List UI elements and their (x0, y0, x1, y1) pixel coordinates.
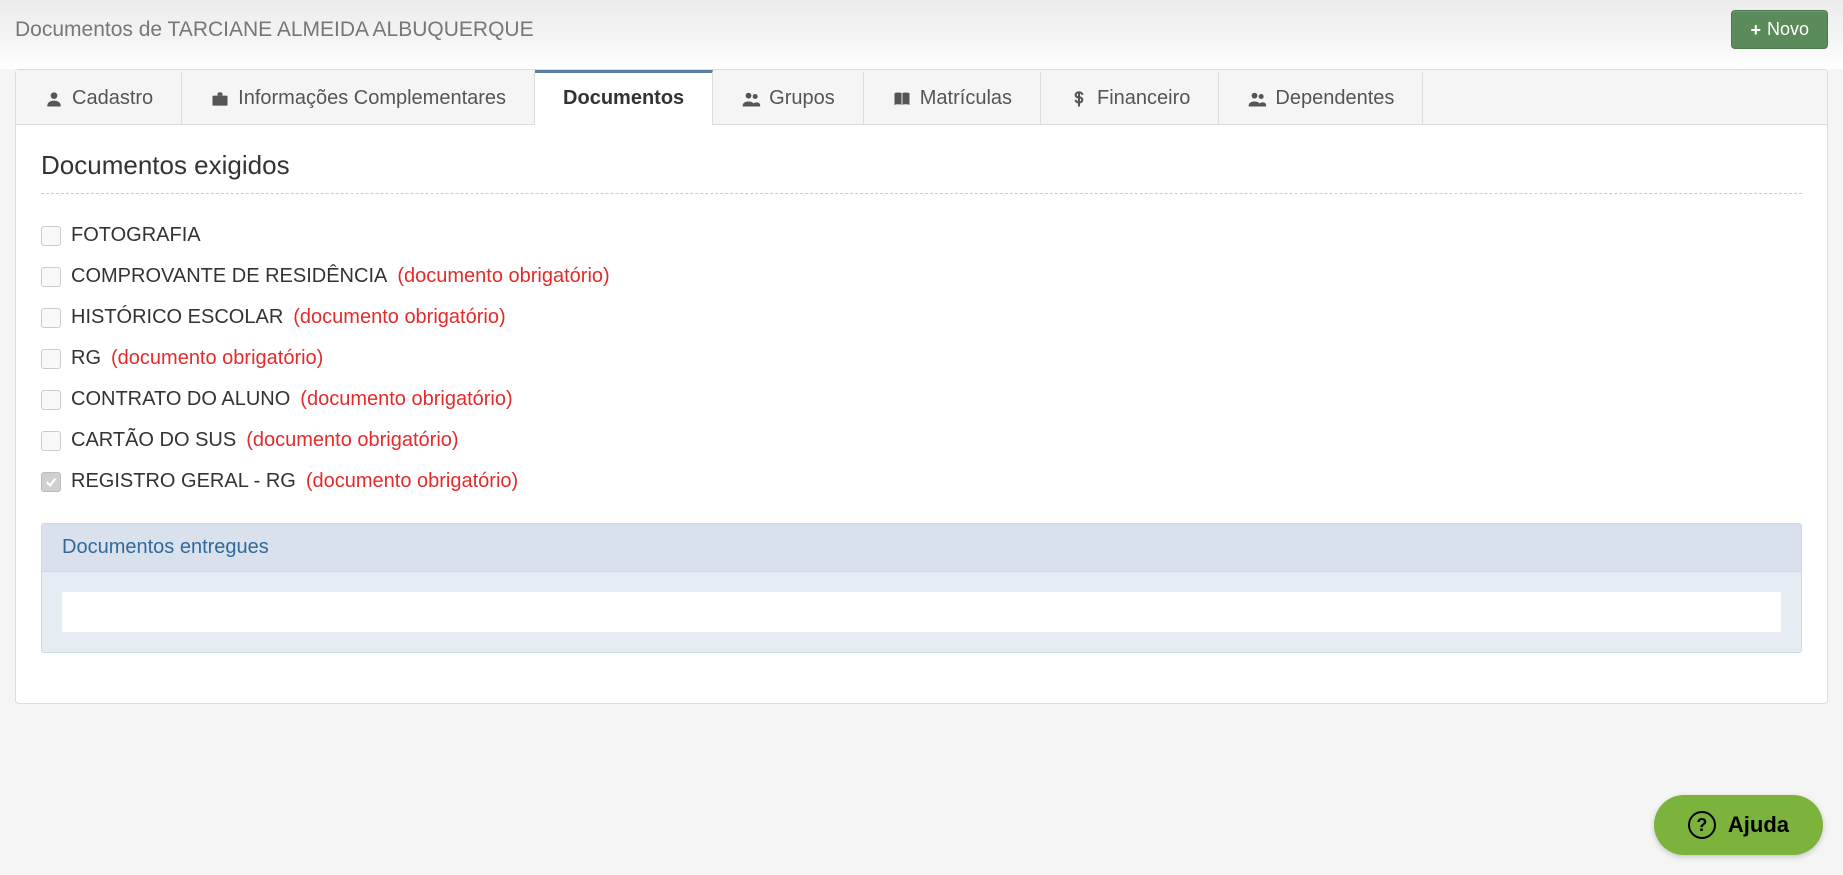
help-label: Ajuda (1728, 812, 1789, 838)
document-checkbox[interactable] (41, 308, 61, 328)
tab-label: Documentos (563, 87, 684, 110)
document-checkbox[interactable] (41, 349, 61, 369)
tab-dependentes[interactable]: Dependentes (1219, 70, 1423, 124)
document-name: HISTÓRICO ESCOLAR (71, 306, 283, 329)
section-divider (41, 193, 1802, 194)
required-tag: (documento obrigatório) (397, 265, 609, 288)
user-icon (44, 89, 64, 109)
delivered-documents-title: Documentos entregues (42, 524, 1801, 572)
plus-icon: + (1750, 21, 1761, 39)
tab-label: Financeiro (1097, 87, 1190, 110)
tab-label: Cadastro (72, 87, 153, 110)
tab-cadastro[interactable]: Cadastro (16, 70, 182, 124)
document-name: CARTÃO DO SUS (71, 429, 236, 452)
tab-financeiro[interactable]: Financeiro (1041, 70, 1219, 124)
document-name: REGISTRO GERAL - RG (71, 470, 296, 493)
required-tag: (documento obrigatório) (293, 306, 505, 329)
document-name: FOTOGRAFIA (71, 224, 201, 247)
document-item: COMPROVANTE DE RESIDÊNCIA (documento obri… (41, 265, 1802, 288)
document-name: RG (71, 347, 101, 370)
document-item: REGISTRO GERAL - RG (documento obrigatóri… (41, 470, 1802, 493)
document-checkbox[interactable] (41, 431, 61, 451)
document-item: RG (documento obrigatório) (41, 347, 1802, 370)
new-button[interactable]: + Novo (1731, 10, 1828, 49)
document-item: CONTRATO DO ALUNO (documento obrigatório) (41, 388, 1802, 411)
briefcase-icon (210, 89, 230, 109)
main-panel: Cadastro Informações Complementares Docume… (15, 69, 1828, 704)
tab-grupos[interactable]: Grupos (713, 70, 864, 124)
tab-label: Matrículas (920, 87, 1012, 110)
document-checkbox[interactable] (41, 472, 61, 492)
tab-label: Dependentes (1275, 87, 1394, 110)
required-tag: (documento obrigatório) (246, 429, 458, 452)
users-icon (1247, 89, 1267, 109)
delivered-documents-body (62, 592, 1781, 632)
new-button-label: Novo (1767, 19, 1809, 40)
document-name: COMPROVANTE DE RESIDÊNCIA (71, 265, 387, 288)
document-checkbox[interactable] (41, 226, 61, 246)
tab-documentos[interactable]: Documentos (535, 70, 713, 124)
document-checkbox[interactable] (41, 267, 61, 287)
document-checkbox[interactable] (41, 390, 61, 410)
dollar-icon (1069, 89, 1089, 109)
question-icon: ? (1688, 811, 1716, 839)
required-tag: (documento obrigatório) (300, 388, 512, 411)
help-button[interactable]: ? Ajuda (1654, 795, 1823, 855)
document-item: CARTÃO DO SUS (documento obrigatório) (41, 429, 1802, 452)
section-title: Documentos exigidos (41, 150, 1802, 181)
tab-bar: Cadastro Informações Complementares Docume… (16, 70, 1827, 125)
tab-label: Grupos (769, 87, 835, 110)
users-icon (741, 89, 761, 109)
tab-content: Documentos exigidos FOTOGRAFIA COMPROVANT… (16, 125, 1827, 703)
required-documents-list: FOTOGRAFIA COMPROVANTE DE RESIDÊNCIA (docu… (41, 224, 1802, 493)
book-icon (892, 89, 912, 109)
required-tag: (documento obrigatório) (111, 347, 323, 370)
page-title: Documentos de TARCIANE ALMEIDA ALBUQUERQ… (15, 18, 534, 42)
tab-informacoes-complementares[interactable]: Informações Complementares (182, 70, 535, 124)
tab-label: Informações Complementares (238, 87, 506, 110)
tab-matriculas[interactable]: Matrículas (864, 70, 1041, 124)
document-item: FOTOGRAFIA (41, 224, 1802, 247)
required-tag: (documento obrigatório) (306, 470, 518, 493)
delivered-documents-panel: Documentos entregues (41, 523, 1802, 653)
document-item: HISTÓRICO ESCOLAR (documento obrigatório) (41, 306, 1802, 329)
document-name: CONTRATO DO ALUNO (71, 388, 290, 411)
header-bar: Documentos de TARCIANE ALMEIDA ALBUQUERQ… (0, 0, 1843, 69)
